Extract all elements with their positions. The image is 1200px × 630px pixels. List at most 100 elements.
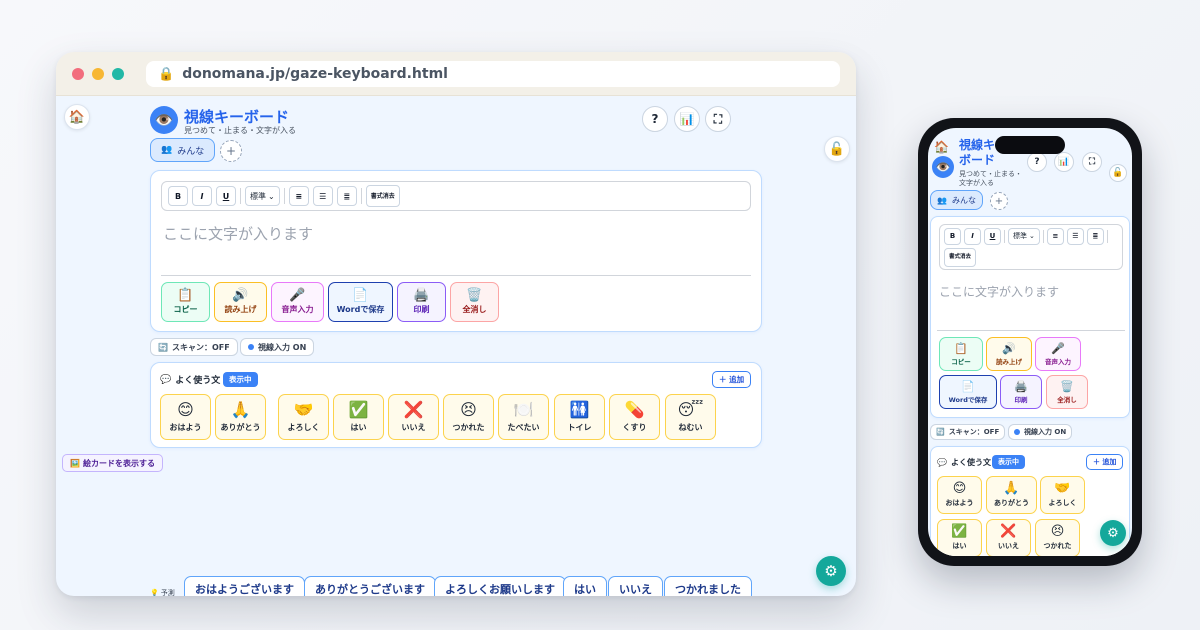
align-left-button[interactable]: ≡ xyxy=(288,186,309,206)
scan-toggle[interactable]: 🔄 スキャン：OFF xyxy=(930,424,1006,440)
prediction-chip[interactable]: つかれました xyxy=(664,576,752,596)
text-editor[interactable]: ここに文字が入ります xyxy=(939,283,1059,300)
lock-button[interactable]: 🔓 xyxy=(824,136,850,162)
copy-button[interactable]: 📋 コピー xyxy=(161,282,210,322)
underline-button[interactable]: U xyxy=(984,227,1001,245)
phrases-title: 💬 よく使う文 xyxy=(160,373,220,387)
phrase-card[interactable]: 💊 くすり xyxy=(609,394,660,440)
read-aloud-button[interactable]: 🔊 読み上げ xyxy=(986,337,1032,371)
fullscreen-button[interactable]: ⛶ xyxy=(705,106,731,132)
phrase-card[interactable]: 😊 おはよう xyxy=(160,394,211,440)
add-profile-button[interactable]: + xyxy=(220,140,242,162)
visibility-badge[interactable]: 表示中 xyxy=(223,372,258,387)
phrase-card[interactable]: 🍽️ たべたい xyxy=(498,394,549,440)
phrase-label: たべたい xyxy=(507,422,540,432)
clear-all-button[interactable]: 🗑️ 全消し xyxy=(1046,375,1088,409)
printer-icon: 🖨️ xyxy=(1014,379,1028,393)
page-subtitle-line-1: 見つめて・止まる・ xyxy=(959,170,1022,178)
phrase-card[interactable]: ✅ はい xyxy=(333,394,384,440)
copy-button[interactable]: 📋 コピー xyxy=(939,337,983,371)
add-phrase-button[interactable]: ＋ 追加 xyxy=(712,371,752,388)
minimize-window-button[interactable] xyxy=(92,68,104,80)
prediction-chip[interactable]: ありがとうございます xyxy=(304,576,436,596)
phrase-card[interactable]: 🤝 よろしく xyxy=(278,394,329,440)
user-profile-chip[interactable]: 👥 みんな xyxy=(150,138,216,162)
phrase-card[interactable]: 🙏 ありがとう xyxy=(215,394,266,440)
phrase-card[interactable]: 😣 つかれた xyxy=(1035,519,1080,556)
phrase-label: よろしく xyxy=(287,422,320,432)
document-icon: 📄 xyxy=(352,288,369,303)
home-icon[interactable]: 🏠 xyxy=(934,140,949,154)
home-button[interactable]: 🏠 xyxy=(64,104,90,130)
save-word-button[interactable]: 📄 Wordで保存 xyxy=(328,282,393,322)
fullscreen-button[interactable]: ⛶ xyxy=(1082,152,1102,172)
phrase-card[interactable]: 🤝 よろしく xyxy=(1040,476,1085,514)
phrase-card[interactable]: ❌ いいえ xyxy=(986,519,1031,556)
align-right-button[interactable]: ≣ xyxy=(336,186,357,206)
align-right-button[interactable]: ≣ xyxy=(1086,227,1104,245)
font-size-select[interactable]: 標準 ⌄ xyxy=(245,186,280,206)
prediction-chip[interactable]: はい xyxy=(563,576,607,596)
align-center-button[interactable]: ☰ xyxy=(312,186,333,206)
underline-button[interactable]: U xyxy=(216,186,236,206)
voice-input-button[interactable]: 🎤 音声入力 xyxy=(271,282,324,322)
print-button[interactable]: 🖨️ 印刷 xyxy=(397,282,446,322)
help-button[interactable]: ? xyxy=(1027,152,1047,172)
user-profile-chip[interactable]: 👥 みんな xyxy=(930,190,983,210)
font-size-select[interactable]: 標準 ⌄ xyxy=(1008,227,1040,245)
toolbar-divider xyxy=(1004,229,1005,243)
align-left-icon: ≡ xyxy=(295,191,303,201)
read-aloud-button[interactable]: 🔊 読み上げ xyxy=(214,282,267,322)
help-icon: ? xyxy=(651,112,659,126)
print-button[interactable]: 🖨️ 印刷 xyxy=(1000,375,1042,409)
phrase-card[interactable]: 😣 つかれた xyxy=(443,394,494,440)
prediction-label: 💡 予測 xyxy=(150,588,175,596)
prediction-chip[interactable]: いいえ xyxy=(608,576,663,596)
settings-button[interactable]: ⚙ xyxy=(1100,520,1126,546)
close-window-button[interactable] xyxy=(72,68,84,80)
add-phrase-button[interactable]: ＋ 追加 xyxy=(1086,454,1124,470)
scan-toggle[interactable]: 🔄 スキャン：OFF xyxy=(150,338,238,356)
align-center-button[interactable]: ☰ xyxy=(1066,227,1084,245)
bold-button[interactable]: B xyxy=(168,186,188,206)
maximize-window-button[interactable] xyxy=(112,68,124,80)
phrase-card[interactable]: 😊 おはよう xyxy=(937,476,982,514)
page-title-line-1: 視線キ xyxy=(959,138,996,152)
prediction-chip[interactable]: おはようございます xyxy=(184,576,305,596)
clear-all-button[interactable]: 🗑️ 全消し xyxy=(450,282,499,322)
clear-format-button[interactable]: 書式 消去 xyxy=(365,185,400,207)
stats-button[interactable]: 📊 xyxy=(674,106,700,132)
voice-input-button[interactable]: 🎤 音声入力 xyxy=(1035,337,1081,371)
save-word-button[interactable]: 📄 Wordで保存 xyxy=(939,375,997,409)
bold-button[interactable]: B xyxy=(944,227,961,245)
stats-button[interactable]: 📊 xyxy=(1054,152,1074,172)
font-size-value: 標準 xyxy=(1013,232,1027,240)
phrase-card[interactable]: ❌ いいえ xyxy=(388,394,439,440)
show-picture-cards-button[interactable]: 🖼️ 絵カードを表示する xyxy=(62,454,163,472)
visibility-badge[interactable]: 表示中 xyxy=(992,455,1025,469)
refresh-icon: 🔄 xyxy=(158,342,168,352)
settings-button[interactable]: ⚙ xyxy=(816,556,846,586)
phrase-label: いいえ xyxy=(401,422,426,432)
italic-button[interactable]: I xyxy=(964,227,981,245)
text-editor[interactable]: ここに文字が入ります xyxy=(163,223,313,244)
gaze-input-toggle[interactable]: 視線入力 ON xyxy=(1008,424,1073,440)
add-profile-button[interactable]: + xyxy=(990,192,1008,210)
help-button[interactable]: ? xyxy=(642,106,668,132)
copy-label: コピー xyxy=(951,357,971,366)
clear-format-button[interactable]: 書式 消去 xyxy=(944,247,977,267)
phrase-label: はい xyxy=(952,542,967,550)
trash-icon: 🗑️ xyxy=(466,288,483,303)
mobile-device: 🏠 👁️ 視線キ ボード 見つめて・止まる・ 文字が入る ? 📊 ⛶ 🔓 👥 み… xyxy=(918,118,1142,566)
italic-button[interactable]: I xyxy=(192,186,212,206)
prediction-chip[interactable]: よろしくお願いします xyxy=(434,576,566,596)
phrase-card[interactable]: 😴 ねむい xyxy=(665,394,716,440)
align-left-button[interactable]: ≡ xyxy=(1046,227,1064,245)
phrase-card[interactable]: 🙏 ありがとう xyxy=(986,476,1037,514)
pill-icon: 💊 xyxy=(624,399,645,419)
lock-button[interactable]: 🔓 xyxy=(1109,164,1127,182)
gaze-input-toggle[interactable]: 視線入力 ON xyxy=(240,338,315,356)
phrase-card[interactable]: ✅ はい xyxy=(937,519,982,556)
phrase-card[interactable]: 🚻 トイレ xyxy=(554,394,605,440)
address-bar[interactable]: 🔒 donomana.jp/gaze-keyboard.html xyxy=(146,61,840,87)
